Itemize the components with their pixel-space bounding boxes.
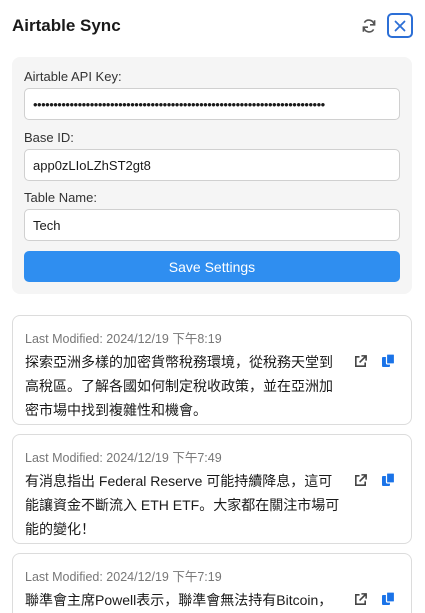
external-link-icon xyxy=(354,354,367,367)
entry-text: 聯準會主席Powell表示，聯準會無法持有Bitcoin， xyxy=(25,592,333,608)
copy-icon xyxy=(381,472,395,486)
copy-icon xyxy=(381,591,395,605)
copy-button[interactable] xyxy=(379,352,397,370)
entry-card: Last Modified: 2024/12/19 下午8:19 探索亞洲多樣的… xyxy=(12,315,412,425)
table-name-label: Table Name: xyxy=(24,190,97,205)
table-name-input[interactable] xyxy=(24,209,400,241)
open-link-button[interactable] xyxy=(351,590,369,608)
save-settings-button[interactable]: Save Settings xyxy=(24,251,400,282)
base-id-label: Base ID: xyxy=(24,130,74,145)
entry-text: 探索亞洲多樣的加密貨幣稅務環境，從稅務天堂到高稅區。了解各國如何制定稅收政策，並… xyxy=(25,354,333,418)
app-title: Airtable Sync xyxy=(12,16,121,35)
api-key-label: Airtable API Key: xyxy=(24,69,122,84)
header: Airtable Sync xyxy=(0,0,425,54)
external-link-icon xyxy=(354,473,367,486)
copy-button[interactable] xyxy=(379,471,397,489)
close-icon xyxy=(394,20,406,31)
copy-button[interactable] xyxy=(379,590,397,608)
open-link-button[interactable] xyxy=(351,352,369,370)
open-link-button[interactable] xyxy=(351,471,369,489)
settings-panel: Airtable API Key: Base ID: Table Name: S… xyxy=(12,57,412,294)
entry-text: 有消息指出 Federal Reserve 可能持續降息，這可能讓資金不斷流入 … xyxy=(25,473,340,537)
entry-modified: Last Modified: 2024/12/19 下午7:49 xyxy=(25,451,222,465)
close-button[interactable] xyxy=(387,13,413,38)
entry-modified: Last Modified: 2024/12/19 下午8:19 xyxy=(25,332,222,346)
copy-icon xyxy=(381,353,395,367)
refresh-button[interactable] xyxy=(358,14,380,38)
refresh-icon xyxy=(362,19,376,33)
base-id-input[interactable] xyxy=(24,149,400,181)
external-link-icon xyxy=(354,592,367,605)
entry-card: Last Modified: 2024/12/19 下午7:49 有消息指出 F… xyxy=(12,434,412,544)
entry-modified: Last Modified: 2024/12/19 下午7:19 xyxy=(25,570,222,584)
api-key-input[interactable] xyxy=(24,88,400,120)
entry-card: Last Modified: 2024/12/19 下午7:19 聯準會主席Po… xyxy=(12,553,412,613)
